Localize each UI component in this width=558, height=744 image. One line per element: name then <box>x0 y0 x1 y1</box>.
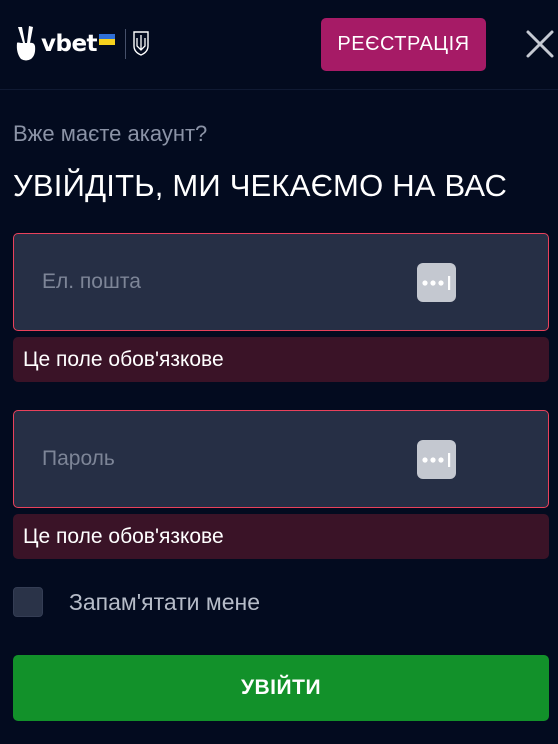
password-error-message: Це поле обов'язкове <box>13 514 549 559</box>
close-icon[interactable] <box>524 28 556 60</box>
password-input[interactable] <box>14 411 548 507</box>
login-page: vbet РЕЄСТРАЦІЯ Вже маєте акаунт? УВІЙДІ… <box>0 0 558 744</box>
email-error-message: Це поле обов'язкове <box>13 337 549 382</box>
password-manager-icon[interactable] <box>417 263 456 302</box>
email-field <box>13 233 549 331</box>
login-subtitle: Вже маєте акаунт? <box>13 121 208 146</box>
header: vbet РЕЄСТРАЦІЯ <box>0 0 558 90</box>
email-input[interactable] <box>14 234 548 330</box>
remember-me-checkbox[interactable] <box>13 587 43 617</box>
remember-me-label[interactable]: Запам'ятати мене <box>69 589 260 616</box>
remember-me: Запам'ятати мене <box>13 586 260 618</box>
login-button[interactable]: УВІЙТИ <box>13 655 549 721</box>
ukraine-flag-icon <box>99 33 116 45</box>
logo-text: vbet <box>41 31 98 57</box>
page-title: УВІЙДІТЬ, МИ ЧЕКАЄМО НА ВАС <box>13 168 508 203</box>
password-manager-icon[interactable] <box>417 440 456 479</box>
vbet-logo[interactable]: vbet <box>13 24 150 64</box>
logo-divider <box>125 29 127 59</box>
register-button[interactable]: РЕЄСТРАЦІЯ <box>321 18 486 71</box>
ukraine-crest-icon <box>133 31 149 56</box>
vbet-hand-logo-icon <box>16 26 36 61</box>
password-field <box>13 410 549 508</box>
